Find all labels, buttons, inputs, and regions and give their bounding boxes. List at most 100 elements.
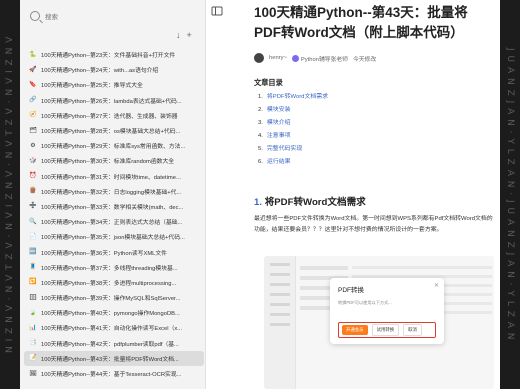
list-item[interactable]: 🔗 100天精通Python--第26天：lambda表达式基础+代码... [24,93,204,108]
toc-link[interactable]: 模块安装 [267,104,291,117]
doc-icon: 🍃 [29,309,37,316]
doc-icon: 🎲 [29,157,37,164]
doc-icon: 🔁 [29,279,37,286]
list-item[interactable]: ⚙ 100天精通Python--第29天：标准库sys常用函数、方法... [24,138,204,153]
doc-icon: 🧵 [29,264,37,271]
toc-item[interactable]: 4. 注意事项 [258,130,328,143]
doc-icon: 🔗 [29,97,37,104]
doc-icon: 🖼 [29,370,37,377]
section-heading: 1. 将PDF转Word文档需求 [254,194,366,208]
list-item-label: 100天精通Python--第28天：os模块基础大总结+代码... [41,129,181,136]
doc-icon: 🔤 [29,249,37,256]
list-item[interactable]: 📝 100天精通Python--第43天：批量将PDF转Word文档... [24,350,204,366]
list-item[interactable]: 🧵 100天精通Python--第37天：多线程threading模块基... [24,260,204,275]
article-title: 100天精通Python--第43天：批量将PDF转Word文档（附上脚本代码） [254,5,468,40]
list-item[interactable]: 🍃 100天精通Python--第40天：pymongo操作MongoDB... [24,305,204,320]
search-icon [30,11,40,21]
list-item[interactable]: 🎲 100天精通Python--第30天：标准库random函数大全 [24,153,204,168]
toc-number: 3. [258,120,263,126]
doc-list: 🐍 100天精通Python--第23天：文件基础抖音+打开文件 🚀 100天精通Py… [24,47,204,381]
list-item-label: 100天精通Python--第23天：文件基础抖音+打开文件 [41,53,176,60]
toc-item[interactable]: 1. 将PDF转Word文档需求 [258,91,328,104]
article-pane: 100天精通Python--第43天：批量将PDF转Word文档（附上脚本代码）… [206,0,500,389]
add-button[interactable]: + [187,30,192,40]
search-box[interactable]: 搜索 [26,7,200,25]
list-item-label: 100天精通Python--第27天：迭代器、生成器、装饰器 [41,113,178,120]
doc-icon: 📊 [29,324,37,331]
list-item[interactable]: 🔁 100天精通Python--第38天：多进程multiprocessing..… [24,275,204,290]
list-item-label: 100天精通Python--第37天：多线程threading模块基... [41,265,178,272]
toggle-sidebar-icon[interactable] [211,4,223,16]
doc-icon: ➗ [29,203,37,210]
doc-icon: 🪵 [29,188,37,195]
list-item[interactable]: ➗ 100天精通Python--第33天：数学相关模块(math、dec... [24,199,204,214]
toc-number: 2. [258,107,263,113]
doc-icon: 📑 [29,340,37,347]
list-item-label: 100天精通Python--第26天：lambda表达式基础+代码... [41,98,182,105]
tag-badge[interactable]: Python辅导张老师 [291,54,348,63]
list-item[interactable]: 🗂 100天精通Python--第28天：os模块基础大总结+代码... [24,123,204,138]
section-paragraph: 最近想将一些PDF文件转换为Word文档。第一时间想到WPS系列都有Pdf文档转… [254,216,493,233]
list-item-label: 100天精通Python--第43天：批量将PDF转Word文档... [41,356,179,363]
toc-item[interactable]: 2. 模块安装 [258,104,328,117]
toc-link[interactable]: 将PDF转Word文档需求 [267,91,328,104]
list-item-label: 100天精通Python--第44天：基于Tesseract-OCR实现... [41,372,182,379]
toc-number: 5. [258,146,263,152]
doc-icon: 🐍 [29,51,37,58]
sort-button[interactable]: ↓ [176,30,181,40]
list-item[interactable]: 🗄 100天精通Python--第39天：操作MySQL和SqlServer... [24,290,204,305]
doc-icon: 🔍 [29,218,37,225]
toc-item[interactable]: 5. 完整代码实现 [258,143,328,156]
screenshot-sidebar [264,256,296,389]
list-item[interactable]: 🔤 100天精通Python--第36天：Python读写XML文件 [24,244,204,259]
list-item-label: 100天精通Python--第40天：pymongo操作MongoDB... [41,311,180,318]
tag-icon [291,54,299,62]
tag-label: Python辅导张老师 [300,56,348,63]
toc-link[interactable]: 注意事项 [267,130,291,143]
list-item-label: 100天精通Python--第30天：标准库random函数大全 [41,159,175,166]
pdf-convert-dialog: PDF转换 ✕ 转换PDF可以使用以下方式... 开通会员 试用转换 取消 [330,278,444,344]
list-item-label: 100天精通Python--第36天：Python读写XML文件 [41,250,167,257]
list-item[interactable]: 🖼 100天精通Python--第44天：基于Tesseract-OCR实现... [24,366,204,381]
list-item[interactable]: 🔍 100天精通Python--第34天：正则表达式大总结（基础... [24,214,204,229]
list-item[interactable]: 🔖 100天精通Python--第25天：推导式大全 [24,77,204,92]
author-name[interactable]: henry~ [269,55,287,61]
trial-button: 试用转换 [371,324,400,336]
toc-item[interactable]: 3. 模块介绍 [258,117,328,130]
list-item[interactable]: 📑 100天精通Python--第42天：pdfplumber读取pdf（基... [24,336,204,351]
app-window: 搜索 ↓ + 🐍 100天精通Python--第23天：文件基础抖音+打开文件 🚀 1… [20,0,500,389]
list-item-label: 100天精通Python--第39天：操作MySQL和SqlServer... [41,296,181,303]
section-number: 1. [254,197,263,208]
dialog-title: PDF转换 [338,287,364,294]
dialog-subtitle: 转换PDF可以使用以下方式... [338,300,392,305]
search-input[interactable]: 搜索 [45,11,58,21]
doc-icon: 🗄 [29,294,37,301]
avatar[interactable] [254,53,264,63]
vip-button: 开通会员 [342,325,368,335]
list-item-label: 100天精通Python--第24天：with...as语句介绍 [41,68,159,75]
list-item[interactable]: 🪵 100天精通Python--第32天：日志logging模块基础+代... [24,184,204,199]
toc-link[interactable]: 模块介绍 [267,117,291,130]
list-item[interactable]: 🧭 100天精通Python--第27天：迭代器、生成器、装饰器 [24,108,204,123]
list-item[interactable]: ⏰ 100天精通Python--第31天：时间模块time、datetime... [24,169,204,184]
list-item-label: 100天精通Python--第33天：数学相关模块(math、dec... [41,204,184,211]
toc-link[interactable]: 运行结果 [267,156,291,169]
toc-link[interactable]: 完整代码实现 [267,143,302,156]
doc-icon: 📝 [29,355,37,362]
toc-heading: 文章目录 [254,78,283,87]
modified-date: 今天修改 [352,56,377,63]
doc-icon: ⚙ [30,142,36,149]
watermark-right: J U A N Z J A N · Y L Z A N · J U A N Z … [505,48,515,341]
list-item-label: 100天精通Python--第25天：推导式大全 [41,83,143,90]
list-item[interactable]: 📄 100天精通Python--第35天：json模块基础大总结+代码... [24,229,204,244]
doc-icon: 🗂 [29,127,37,134]
list-item[interactable]: 🐍 100天精通Python--第23天：文件基础抖音+打开文件 [24,47,204,62]
list-item-label: 100天精通Python--第35天：json模块基础大总结+代码... [41,235,185,242]
section-title: 将PDF转Word文档需求 [264,197,366,208]
toc-number: 6. [258,159,263,165]
list-item[interactable]: 📊 100天精通Python--第41天：自动化操作读写Excel（x... [24,320,204,335]
toc-item[interactable]: 6. 运行结果 [258,156,328,169]
list-item[interactable]: 🚀 100天精通Python--第24天：with...as语句介绍 [24,62,204,77]
doc-icon: 📄 [29,233,37,240]
close-icon: ✕ [433,283,439,289]
